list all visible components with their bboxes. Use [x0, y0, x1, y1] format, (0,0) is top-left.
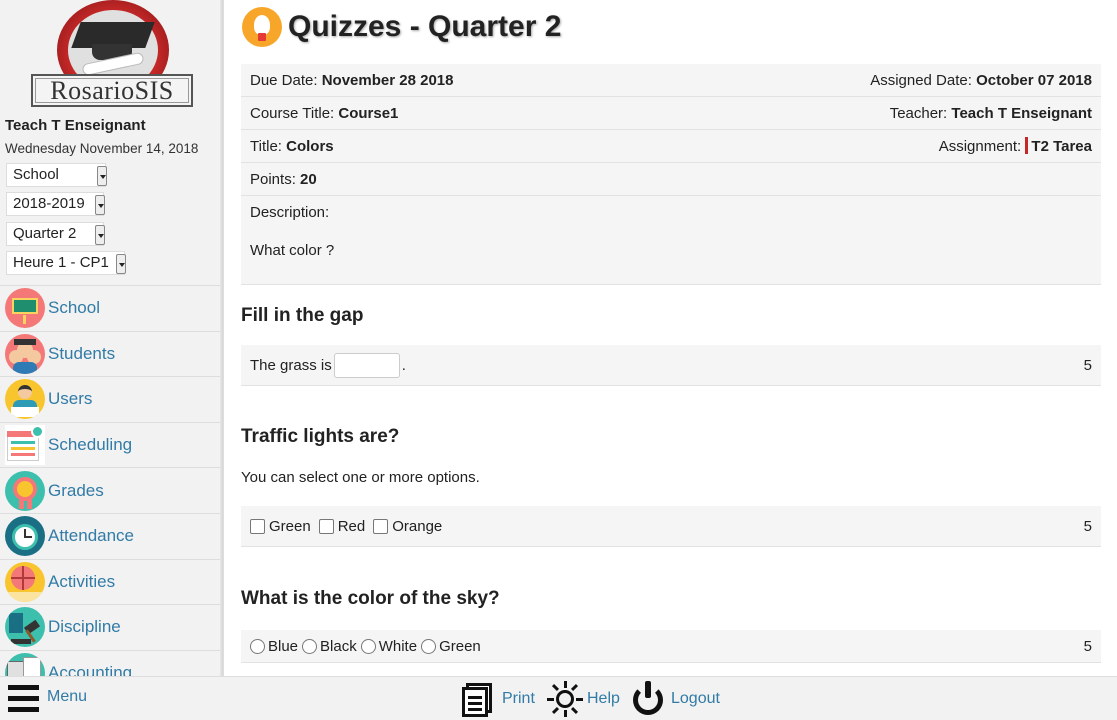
rosariosis-logo[interactable]: RosarioSIS — [0, 0, 223, 112]
description-text: What color ? — [250, 242, 335, 259]
option-black-radio[interactable]: Black — [302, 638, 357, 655]
help-sun-icon — [547, 681, 583, 717]
help-label: Help — [587, 690, 620, 707]
current-date: Wednesday November 14, 2018 — [5, 141, 199, 156]
question-2-row: Green Red Orange 5 — [241, 506, 1101, 547]
quarter-select[interactable]: Quarter 2 — [6, 222, 105, 246]
school-icon — [5, 288, 45, 329]
points-value: 20 — [300, 170, 317, 188]
question-2-help: You can select one or more options. — [241, 469, 480, 486]
question-1-text-after: . — [401, 356, 406, 374]
teacher-value: Teach T Enseignant — [951, 104, 1092, 122]
sidebar-item-grades[interactable]: Grades — [0, 467, 223, 513]
question-1-text-before: The grass is — [250, 356, 332, 374]
info-row-title: Title: Colors Assignment: T2 Tarea — [241, 130, 1101, 163]
gavel-icon — [5, 607, 45, 648]
calculator-icon — [5, 653, 45, 676]
checkbox[interactable] — [318, 518, 334, 534]
menu-hamburger-icon[interactable] — [8, 685, 39, 713]
question-3-title: What is the color of the sky? — [241, 588, 500, 609]
description-block: Description: What color ? — [241, 196, 1101, 285]
calendar-icon — [5, 425, 45, 466]
info-row-course: Course Title: Course1 Teacher: Teach T E… — [241, 97, 1101, 130]
radio[interactable] — [421, 638, 437, 654]
sidebar-item-discipline[interactable]: Discipline — [0, 604, 223, 650]
users-icon — [5, 379, 45, 420]
radio[interactable] — [302, 638, 318, 654]
title-value: Colors — [286, 137, 334, 155]
fill-gap-input[interactable] — [333, 352, 400, 378]
option-red-checkbox[interactable]: Red — [318, 518, 365, 535]
question-1-row: The grass is . 5 — [241, 345, 1101, 386]
sidebar-item-scheduling[interactable]: Scheduling — [0, 421, 223, 468]
quiz-lightbulb-icon — [242, 7, 282, 47]
info-row-dates: Due Date: November 28 2018 Assigned Date… — [241, 64, 1101, 97]
logout-button[interactable]: Logout — [631, 681, 720, 717]
sidebar-item-attendance[interactable]: Attendance — [0, 512, 223, 559]
due-date-label: Due Date: — [250, 71, 318, 89]
power-icon — [631, 681, 667, 717]
option-white-radio[interactable]: White — [360, 638, 417, 655]
question-1-points: 5 — [1083, 356, 1092, 374]
footer-bar: Menu Print Help Logout — [0, 676, 1117, 720]
option-green-radio[interactable]: Green — [421, 638, 481, 655]
option-green-checkbox[interactable]: Green — [250, 518, 311, 535]
chevron-down-icon — [116, 254, 126, 274]
question-2-title: Traffic lights are? — [241, 426, 400, 447]
assigned-date-label: Assigned Date: — [870, 71, 972, 89]
year-select[interactable]: 2018-2019 — [6, 192, 105, 216]
description-label: Description: — [250, 204, 330, 221]
assignment-label: Assignment: — [938, 138, 1022, 155]
question-3-row: Blue Black White Green 5 — [241, 630, 1101, 663]
sidebar: RosarioSIS Teach T Enseignant Wednesday … — [0, 0, 224, 676]
sidebar-item-users[interactable]: Users — [0, 376, 223, 422]
question-1-title: Fill in the gap — [241, 305, 364, 326]
teacher-label: Teacher: — [889, 104, 948, 122]
alarm-clock-icon — [5, 516, 45, 557]
page-header: Quizzes - Quarter 2 — [242, 7, 561, 47]
period-select[interactable]: Heure 1 - CP1 — [6, 251, 126, 275]
course-title-value: Course1 — [338, 104, 399, 122]
info-row-points: Points: 20 — [241, 163, 1101, 196]
basketball-icon — [5, 561, 45, 602]
print-label: Print — [502, 690, 535, 707]
title-label: Title: — [250, 137, 282, 155]
sidebar-menu: School Students Users Scheduling Grades … — [0, 285, 223, 676]
option-orange-checkbox[interactable]: Orange — [373, 518, 442, 535]
logo-text: RosarioSIS — [31, 74, 193, 107]
due-date-value: November 28 2018 — [321, 71, 454, 89]
assignment-info: Due Date: November 28 2018 Assigned Date… — [241, 64, 1101, 285]
chevron-down-icon — [95, 225, 105, 245]
print-icon — [462, 681, 498, 717]
sidebar-item-students[interactable]: Students — [0, 330, 223, 377]
main-content: Quizzes - Quarter 2 Due Date: November 2… — [224, 0, 1117, 676]
radio[interactable] — [360, 638, 376, 654]
question-3-points: 5 — [1083, 637, 1092, 655]
logout-label: Logout — [671, 690, 720, 707]
sidebar-item-accounting[interactable]: Accounting — [0, 649, 223, 676]
page-title: Quizzes - Quarter 2 — [288, 10, 562, 43]
assignment-color-marker — [1025, 137, 1029, 154]
students-icon — [5, 333, 45, 374]
print-button[interactable]: Print — [462, 681, 535, 717]
help-button[interactable]: Help — [547, 681, 620, 717]
points-label: Points: — [250, 170, 296, 188]
checkbox[interactable] — [373, 518, 389, 534]
course-title-label: Course Title: — [250, 104, 335, 122]
sidebar-item-school[interactable]: School — [0, 285, 223, 331]
assignment-value: T2 Tarea — [1031, 138, 1092, 155]
school-select[interactable]: School — [6, 163, 107, 187]
assigned-date-value: October 07 2018 — [976, 71, 1092, 89]
chevron-down-icon — [95, 195, 105, 215]
grades-icon — [5, 470, 45, 511]
radio[interactable] — [250, 638, 265, 654]
checkbox[interactable] — [250, 518, 265, 534]
user-name: Teach T Enseignant — [5, 117, 146, 134]
menu-toggle-link[interactable]: Menu — [47, 688, 87, 706]
sidebar-item-activities[interactable]: Activities — [0, 558, 223, 605]
question-2-points: 5 — [1083, 517, 1092, 535]
chevron-down-icon — [97, 166, 107, 186]
option-blue-radio[interactable]: Blue — [250, 638, 298, 655]
